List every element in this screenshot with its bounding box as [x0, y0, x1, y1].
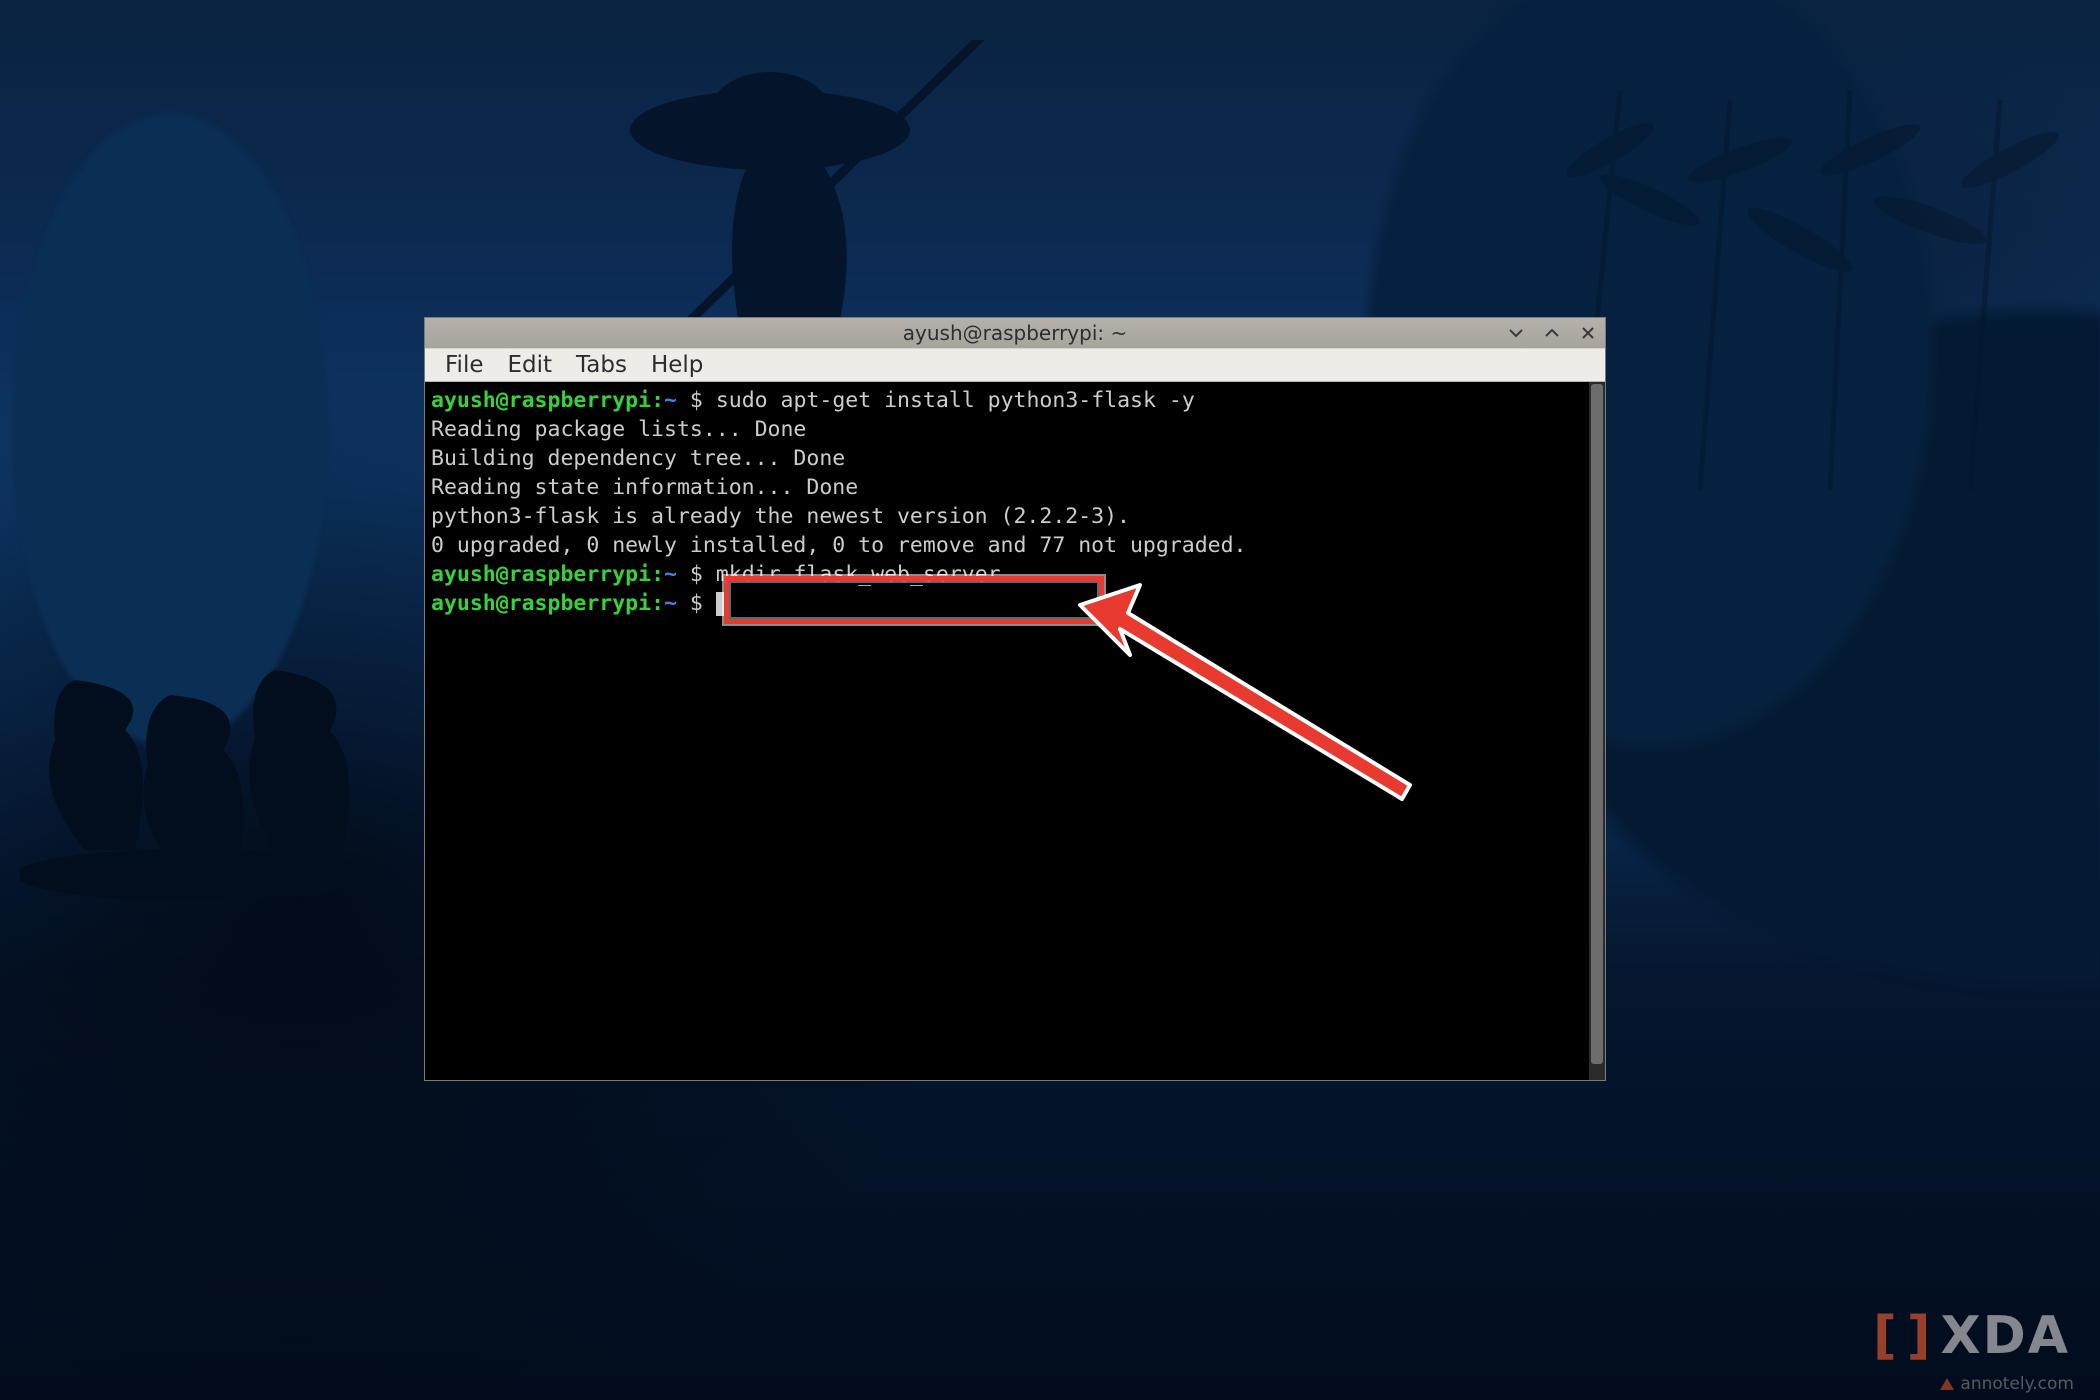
terminal-line: sudo apt-get install python3-flask -y: [716, 388, 1195, 413]
window-controls: [1505, 318, 1599, 348]
terminal-line: 0 upgraded, 0 newly installed, 0 to remo…: [431, 533, 1246, 558]
chevron-down-icon: [1508, 325, 1524, 341]
watermark-annotely: annotely.com: [1940, 1374, 2074, 1394]
menu-help[interactable]: Help: [639, 350, 715, 380]
menu-file[interactable]: File: [433, 350, 496, 380]
xda-bracket-icon: [: [1873, 1306, 1899, 1366]
prompt-symbol: $: [690, 388, 703, 413]
annotely-text: annotely.com: [1960, 1374, 2074, 1394]
prompt-user: ayush@raspberrypi: [431, 388, 651, 413]
terminal-line: Reading package lists... Done: [431, 417, 806, 442]
menu-edit[interactable]: Edit: [496, 350, 565, 380]
terminal-line: Building dependency tree... Done: [431, 446, 845, 471]
terminal-output[interactable]: ayush@raspberrypi:~ $ sudo apt-get insta…: [425, 382, 1605, 1080]
prompt-path: ~: [664, 388, 677, 413]
annotation-highlight-box: [724, 576, 1104, 624]
menu-tabs[interactable]: Tabs: [564, 350, 639, 380]
terminal-line: python3-flask is already the newest vers…: [431, 504, 1130, 529]
wallpaper-cormorants-silhouette: [20, 640, 400, 900]
minimize-button[interactable]: [1505, 322, 1527, 344]
terminal-window[interactable]: ayush@raspberrypi: ~ File Edit Tabs Help…: [425, 318, 1605, 1080]
close-button[interactable]: [1577, 322, 1599, 344]
window-title: ayush@raspberrypi: ~: [425, 321, 1605, 345]
terminal-line: Reading state information... Done: [431, 475, 858, 500]
watermark-xda: [] XDA: [1873, 1306, 2070, 1366]
chevron-up-icon: [1544, 325, 1560, 341]
close-icon: [1580, 325, 1596, 341]
terminal-scrollbar[interactable]: [1589, 382, 1605, 1080]
scrollbar-thumb[interactable]: [1591, 384, 1603, 1064]
xda-text: XDA: [1941, 1306, 2071, 1366]
window-titlebar[interactable]: ayush@raspberrypi: ~: [425, 318, 1605, 348]
xda-bracket-icon: ]: [1907, 1306, 1933, 1366]
maximize-button[interactable]: [1541, 322, 1563, 344]
annotely-logo-icon: [1940, 1378, 1954, 1390]
menubar: File Edit Tabs Help: [425, 348, 1605, 382]
